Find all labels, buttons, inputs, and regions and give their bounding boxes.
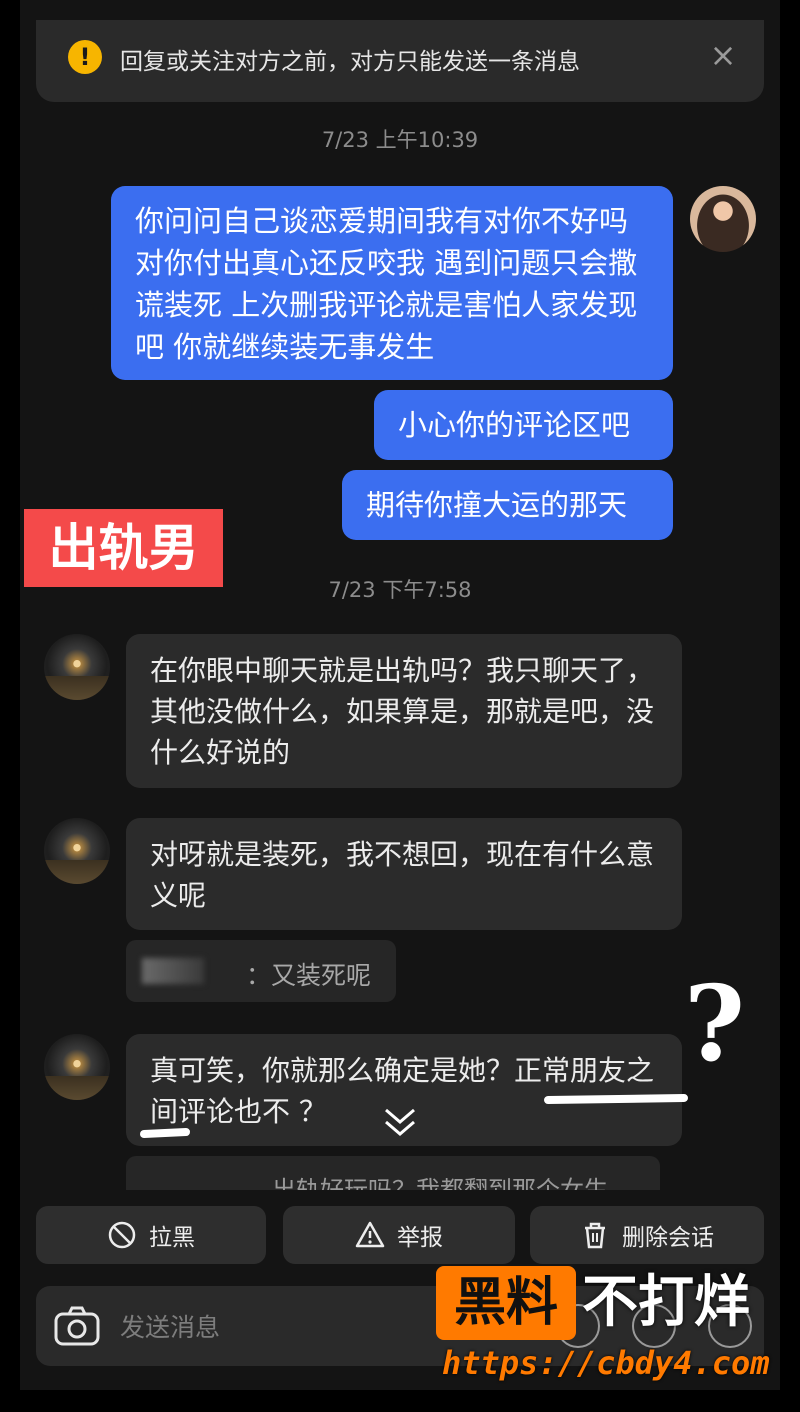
underline-mark [544, 1094, 688, 1104]
block-icon [107, 1220, 137, 1250]
partial-message[interactable]: 出轨好玩吗？我都翻到那个女生 [126, 1156, 660, 1190]
block-button[interactable]: 拉黑 [36, 1206, 266, 1264]
report-button[interactable]: 举报 [283, 1206, 515, 1264]
camera-icon[interactable] [52, 1302, 102, 1354]
watermark-box: 黑料 [436, 1266, 576, 1340]
watermark-url: https://cbdy4.com [442, 1344, 770, 1382]
underline-mark [140, 1128, 190, 1138]
watermark-text: 不打烊 [582, 1270, 750, 1335]
message-input[interactable]: 发送消息 [120, 1308, 220, 1344]
chat-screen: ! 回复或关注对方之前，对方只能发送一条消息 × 7/23 上午10:39 你问… [20, 0, 780, 1390]
delete-conversation-button[interactable]: 删除会话 [530, 1206, 764, 1264]
watermark: 黑料 不打烊 https://cbdy4.com [436, 1260, 780, 1390]
question-mark-annotation: ? [684, 962, 745, 1085]
chevron-down-icon [385, 1108, 415, 1124]
delete-label: 删除会话 [622, 1225, 714, 1251]
block-label: 拉黑 [149, 1225, 195, 1251]
trash-icon [580, 1220, 610, 1250]
warning-triangle-icon [355, 1220, 385, 1250]
annotation-marks [140, 1094, 688, 1138]
partial-text: 出轨好玩吗？我都翻到那个女生 [272, 1176, 608, 1190]
report-label: 举报 [397, 1225, 443, 1251]
